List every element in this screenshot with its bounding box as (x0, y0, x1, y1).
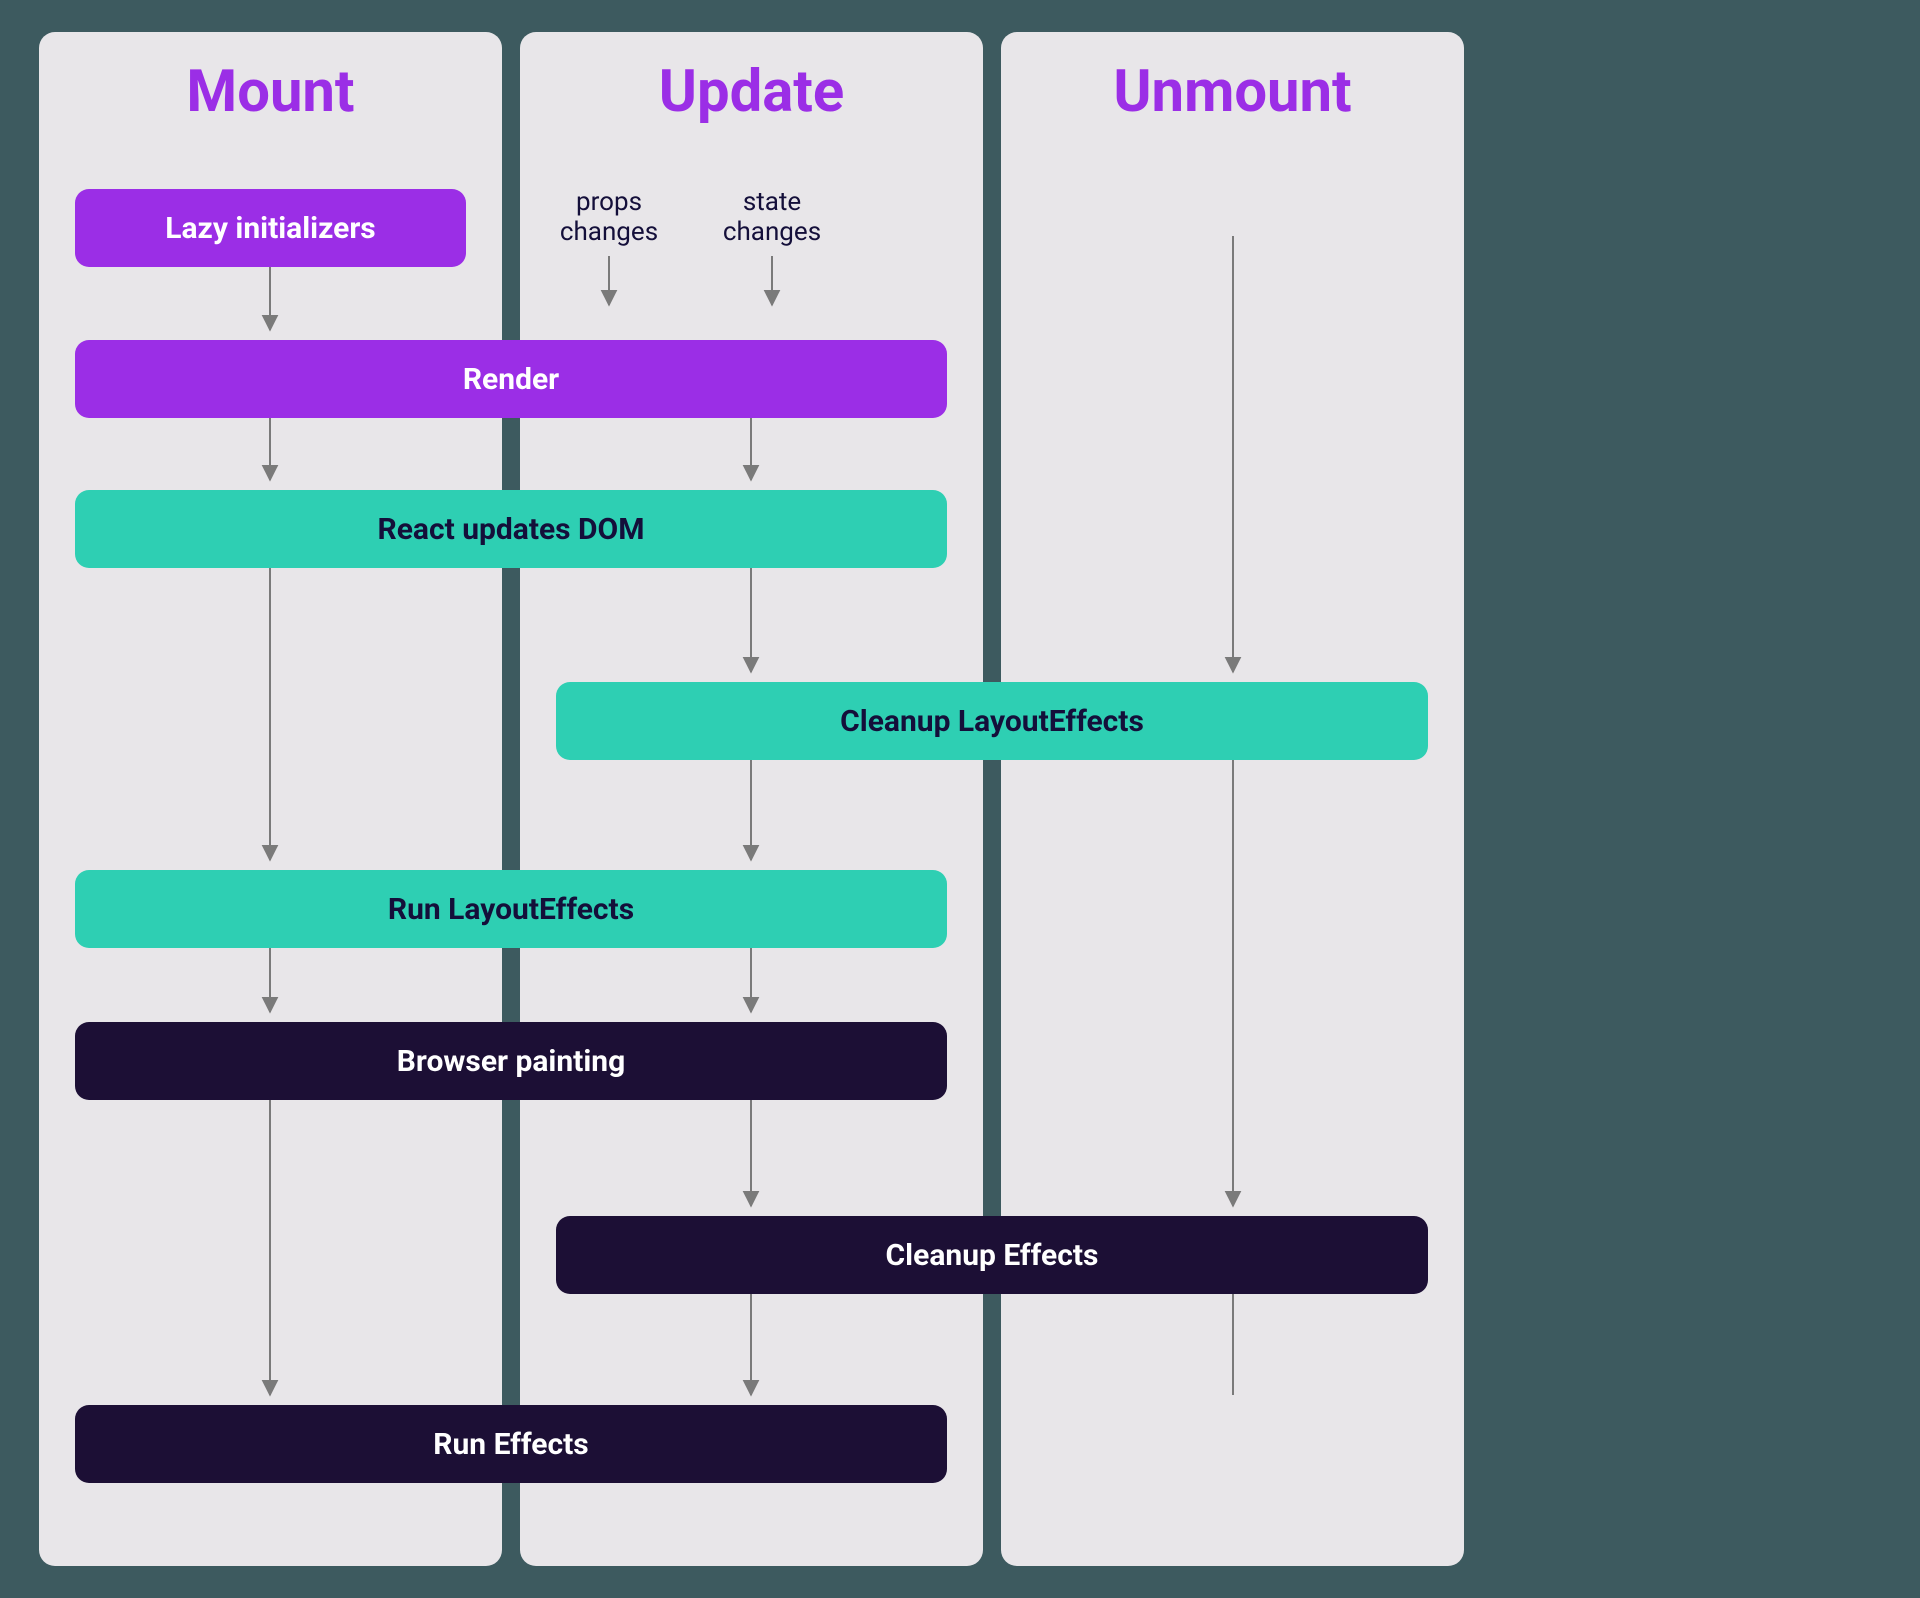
box-cleanup-effects: Cleanup Effects (556, 1216, 1428, 1294)
box-render: Render (75, 340, 947, 418)
box-react-updates-dom: React updates DOM (75, 490, 947, 568)
label-props-changes: props changes (539, 188, 679, 248)
column-unmount: Unmount (1001, 32, 1464, 1566)
box-browser-painting: Browser painting (75, 1022, 947, 1100)
column-update: Update (520, 32, 983, 1566)
column-unmount-title: Unmount (1001, 32, 1464, 126)
label-state-changes: state changes (702, 188, 842, 248)
box-lazy-initializers: Lazy initializers (75, 189, 466, 267)
box-run-layouteffects: Run LayoutEffects (75, 870, 947, 948)
column-mount-title: Mount (39, 32, 502, 126)
column-update-title: Update (520, 32, 983, 126)
box-cleanup-layouteffects: Cleanup LayoutEffects (556, 682, 1428, 760)
box-run-effects: Run Effects (75, 1405, 947, 1483)
